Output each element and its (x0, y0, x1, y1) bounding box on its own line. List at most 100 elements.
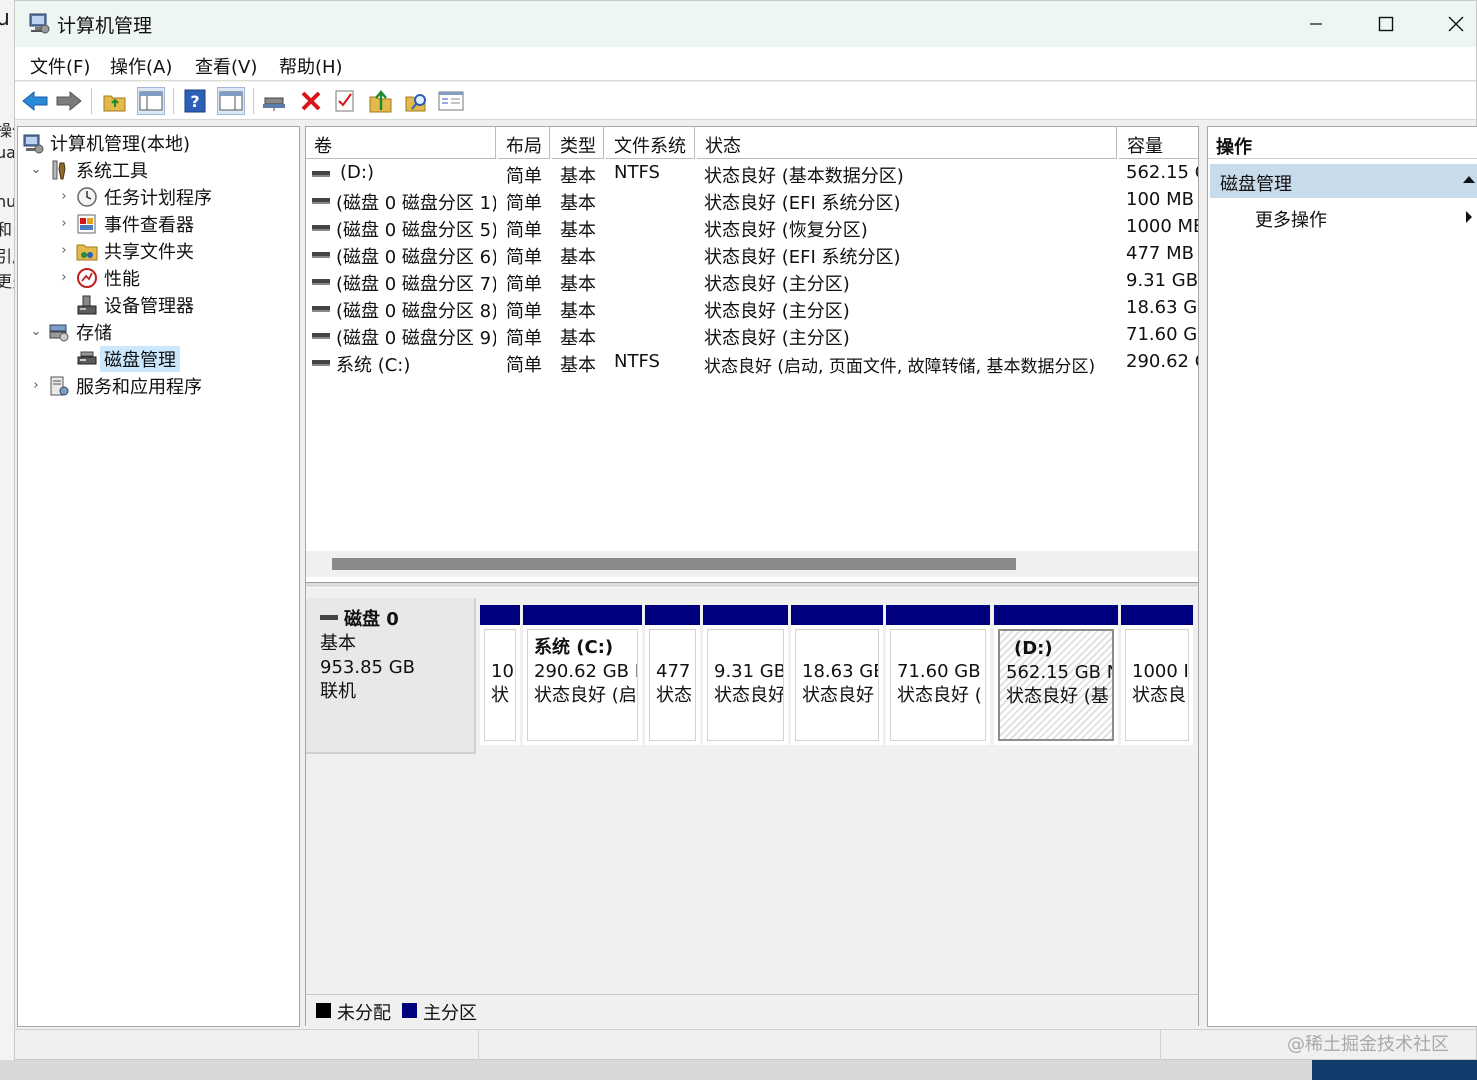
chevron-right-icon[interactable]: › (56, 216, 72, 231)
horizontal-scrollbar[interactable] (306, 551, 1198, 577)
chevron-down-icon[interactable]: ⌄ (28, 162, 44, 177)
status-bar (15, 1029, 1476, 1060)
back-button[interactable] (21, 87, 49, 115)
tree-item-storage[interactable]: ⌄ 存储 (28, 318, 112, 345)
tree-item-performance[interactable]: › 性能 (56, 264, 140, 291)
delete-button[interactable] (297, 87, 325, 115)
system-tools-icon (48, 159, 70, 181)
properties-list-icon (438, 91, 464, 111)
column-header-filesystem[interactable]: 文件系统 (606, 127, 695, 159)
table-row[interactable]: (磁盘 0 磁盘分区 5) 简单 基本 状态良好 (恢复分区) 1000 ME (306, 214, 1198, 241)
column-header-layout[interactable]: 布局 (498, 127, 550, 159)
pane-splitter[interactable] (306, 582, 1198, 588)
show-hide-action-pane-button[interactable] (217, 87, 245, 115)
cell-status: 状态良好 (主分区) (704, 274, 850, 295)
table-row[interactable]: (磁盘 0 磁盘分区 9) 简单 基本 状态良好 (主分区) 71.60 GE (306, 322, 1198, 349)
partition-body: 系统 (C:) 290.62 GB N 状态良好 (启 (527, 629, 638, 741)
table-row[interactable]: (磁盘 0 磁盘分区 7) 简单 基本 状态良好 (主分区) 9.31 GB (306, 268, 1198, 295)
submenu-arrow-icon (1466, 211, 1472, 223)
chevron-right-icon[interactable]: › (56, 270, 72, 285)
close-button[interactable] (1421, 1, 1477, 47)
tree-label: 任务计划程序 (104, 187, 212, 209)
actions-group-label: 磁盘管理 (1220, 174, 1292, 195)
search-button[interactable] (403, 87, 431, 115)
disk-type: 基本 (320, 633, 356, 654)
chevron-down-icon[interactable]: ⌄ (28, 324, 44, 339)
cell-status: 状态良好 (启动, 页面文件, 故障转储, 基本数据分区) (704, 357, 1096, 377)
background-text: ua (0, 143, 14, 162)
chevron-right-icon[interactable]: › (56, 189, 72, 204)
partition-block[interactable]: 10 状 (480, 605, 520, 745)
more-actions-item[interactable]: 更多操作 (1255, 206, 1327, 232)
cell-layout: 简单 (506, 193, 542, 214)
column-header-capacity[interactable]: 容量 (1119, 127, 1198, 159)
connect-button[interactable] (261, 87, 289, 115)
cell-layout: 简单 (506, 355, 542, 376)
tree-item-root[interactable]: 计算机管理(本地) (22, 129, 190, 156)
volume-list[interactable]: 卷 布局 类型 文件系统 状态 容量 (D:) 简单 基本 NTFS 状态良好 … (306, 127, 1198, 582)
menu-view[interactable]: 查看(V) (195, 53, 257, 79)
partition-block[interactable]: 9.31 GB 状态良好 (703, 605, 788, 745)
tree-item-task-scheduler[interactable]: › 任务计划程序 (56, 183, 212, 210)
partition-block[interactable]: 系统 (C:) 290.62 GB N 状态良好 (启 (523, 605, 642, 745)
tree-item-device-manager[interactable]: 设备管理器 (56, 291, 194, 318)
partition-name (656, 636, 695, 660)
partition-block[interactable]: 477 状态 (645, 605, 700, 745)
partition-block[interactable]: 1000 I 状态良 (1121, 605, 1193, 745)
export-button[interactable] (367, 87, 395, 115)
cell-type: 基本 (560, 274, 596, 295)
legend-unallocated-swatch (316, 1003, 331, 1018)
table-row[interactable]: (磁盘 0 磁盘分区 6) 简单 基本 状态良好 (EFI 系统分区) 477 … (306, 241, 1198, 268)
cell-status: 状态良好 (EFI 系统分区) (704, 193, 901, 214)
column-header-status[interactable]: 状态 (697, 127, 1117, 159)
background-text: u (0, 6, 10, 31)
tree-item-services-apps[interactable]: › 服务和应用程序 (28, 372, 202, 399)
partition-body: 10 状 (484, 629, 516, 741)
properties-list-button[interactable] (437, 87, 465, 115)
column-header-type[interactable]: 类型 (552, 127, 604, 159)
disk-info[interactable]: 磁盘 0 基本 953.85 GB 联机 (306, 598, 476, 754)
tree-item-disk-management[interactable]: 磁盘管理 (56, 345, 180, 372)
table-row[interactable]: 系统 (C:) 简单 基本 NTFS 状态良好 (启动, 页面文件, 故障转储,… (306, 349, 1198, 377)
minimize-button[interactable] (1281, 1, 1351, 47)
title-bar[interactable]: 计算机管理 (15, 1, 1476, 47)
scrollbar-thumb[interactable] (332, 558, 1016, 570)
partition-block[interactable]: 18.63 GE 状态良好 (791, 605, 883, 745)
menu-help[interactable]: 帮助(H) (279, 53, 343, 79)
partition-block-selected[interactable]: (D:) 562.15 GB N 状态良好 (基 (994, 605, 1118, 745)
table-row[interactable]: (磁盘 0 磁盘分区 8) 简单 基本 状态良好 (主分区) 18.63 GE (306, 295, 1198, 322)
partition-block[interactable]: 71.60 GB 状态良好 ( (886, 605, 990, 745)
tree-item-event-viewer[interactable]: › 事件查看器 (56, 210, 194, 237)
cell-volume: (D:) (340, 162, 374, 183)
cell-layout: 简单 (506, 328, 542, 349)
menu-action[interactable]: 操作(A) (110, 53, 172, 79)
actions-group-disk-management[interactable]: 磁盘管理 (1210, 164, 1477, 198)
tree-item-system-tools[interactable]: ⌄ 系统工具 (28, 156, 148, 183)
chevron-right-icon[interactable]: › (28, 378, 44, 393)
show-hide-tree-button[interactable] (137, 87, 165, 115)
help-button[interactable]: ? (181, 87, 209, 115)
table-row[interactable]: (磁盘 0 磁盘分区 1) 简单 基本 状态良好 (EFI 系统分区) 100 … (306, 187, 1198, 214)
chevron-right-icon[interactable]: › (56, 243, 72, 258)
up-folder-icon (103, 95, 126, 112)
menu-file[interactable]: 文件(F) (30, 53, 90, 79)
partition-size: 9.31 GB (714, 661, 784, 682)
collapse-up-icon[interactable] (1463, 176, 1475, 183)
partition-body: 477 状态 (649, 629, 696, 741)
connect-icon (263, 97, 285, 111)
partition-type-bar (523, 605, 642, 625)
disk-state: 联机 (320, 681, 356, 702)
table-row[interactable]: (D:) 简单 基本 NTFS 状态良好 (基本数据分区) 562.15 G (306, 160, 1198, 187)
tree-label: 事件查看器 (104, 214, 194, 236)
background-text: 和 (0, 220, 13, 239)
properties-button[interactable] (331, 87, 359, 115)
event-viewer-icon (76, 213, 98, 235)
tree-item-shared-folders[interactable]: › 共享文件夹 (56, 237, 194, 264)
column-header-volume[interactable]: 卷 (306, 127, 496, 159)
partition-status: 状态良好 (714, 685, 784, 706)
partition-size: 1000 I (1132, 661, 1189, 682)
volume-icon (312, 279, 330, 285)
maximize-button[interactable] (1351, 1, 1421, 47)
forward-button[interactable] (55, 87, 83, 115)
up-one-level-button[interactable] (101, 87, 129, 115)
